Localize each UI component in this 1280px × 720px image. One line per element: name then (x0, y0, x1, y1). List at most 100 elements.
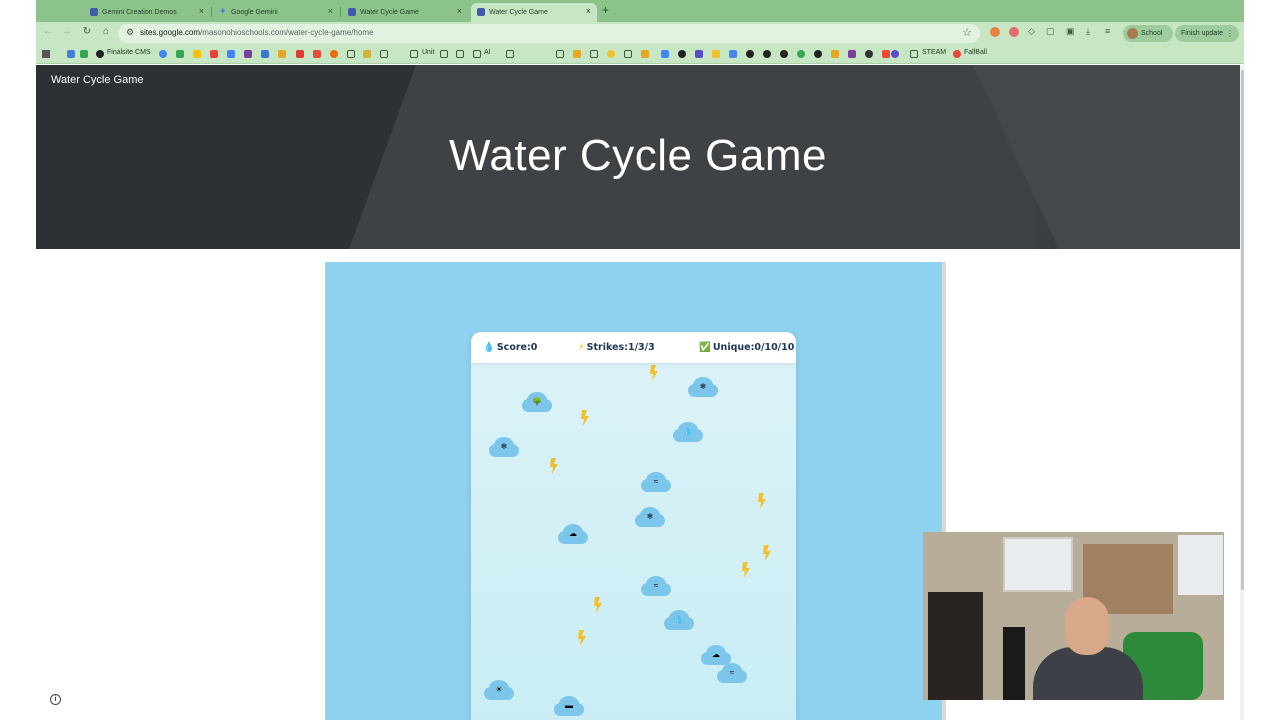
bookmark-icon[interactable] (865, 50, 873, 58)
apps-icon[interactable] (42, 50, 50, 58)
folder-icon[interactable] (590, 50, 598, 58)
folder-icon[interactable] (473, 50, 481, 58)
bookmark-icon[interactable] (891, 50, 899, 58)
bookmark-icon[interactable] (831, 50, 839, 58)
extension-icon[interactable] (1009, 27, 1019, 37)
folder-icon[interactable] (380, 50, 388, 58)
page-scrollbar-thumb[interactable] (1241, 70, 1244, 590)
bookmark-icon[interactable] (729, 50, 737, 58)
bookmark-icon[interactable] (278, 50, 286, 58)
cloud-rain[interactable]: ☁ (701, 645, 731, 665)
bookmark-icon[interactable] (848, 50, 856, 58)
openai-icon[interactable] (763, 50, 771, 58)
bookmark-star-icon[interactable]: ☆ (962, 26, 972, 39)
extension-icon[interactable] (990, 27, 1000, 37)
bookmark-icon[interactable] (882, 50, 890, 58)
folder-icon[interactable] (410, 50, 418, 58)
folder-icon[interactable] (347, 50, 355, 58)
media-icon[interactable]: ≡ (1105, 26, 1110, 36)
bookmark-icon[interactable] (797, 50, 805, 58)
lightning-bolt[interactable] (593, 597, 603, 613)
bookmark-icon[interactable] (80, 50, 88, 58)
cloud-droplet[interactable]: 💧 (664, 610, 694, 630)
lightning-bolt[interactable] (741, 562, 751, 578)
game-board[interactable]: 💧 Score:0 ⚡ Strikes:1/3/3 ✅ Unique:0/10/10 … (471, 332, 796, 720)
cloud-snow[interactable]: ❄ (635, 507, 665, 527)
forward-icon[interactable]: → (60, 26, 74, 37)
extension-icon[interactable]: ◇ (1028, 26, 1035, 37)
tab-gemini-creation-demos[interactable]: Gemini Creation Demos × (84, 3, 210, 22)
cloud-wind[interactable]: ≈ (641, 472, 671, 492)
cloud-storm[interactable]: ▬ (554, 696, 584, 716)
address-bar[interactable]: ⚙ sites.google.com/masonohioschools.com/… (118, 24, 980, 43)
onenote-icon[interactable] (244, 50, 252, 58)
cloud-snow[interactable]: ❄ (489, 437, 519, 457)
profile-button[interactable]: School (1123, 25, 1173, 42)
lightning-bolt[interactable] (577, 630, 587, 646)
tab-water-cycle-game-1[interactable]: Water Cycle Game × (342, 3, 468, 22)
folder-icon[interactable] (624, 50, 632, 58)
side-panel-icon[interactable]: ▣ (1066, 26, 1075, 37)
bookmark-ai[interactable]: AI (484, 49, 491, 56)
game-embed[interactable]: 💧 Score:0 ⚡ Strikes:1/3/3 ✅ Unique:0/10/10 … (325, 262, 943, 720)
folder-icon[interactable] (910, 50, 918, 58)
cloud-wind[interactable]: ≈ (717, 663, 747, 683)
site-name-link[interactable]: Water Cycle Game (51, 74, 144, 86)
cursor-icon[interactable] (397, 50, 405, 58)
google-icon[interactable] (159, 50, 167, 58)
tab-water-cycle-game-active[interactable]: Water Cycle Game × (471, 3, 597, 22)
youtube-icon[interactable] (296, 50, 304, 58)
info-icon[interactable]: i (50, 694, 61, 705)
openai-icon[interactable] (678, 50, 686, 58)
folder-icon[interactable] (506, 50, 514, 58)
close-icon[interactable]: × (586, 6, 591, 16)
extensions-puzzle-icon[interactable]: ▢ (1046, 26, 1055, 37)
openai-icon[interactable] (746, 50, 754, 58)
bookmark-finalsite[interactable]: Finalsite CMS (107, 49, 151, 56)
home-icon[interactable]: ⌂ (99, 26, 113, 37)
lightning-bolt[interactable] (757, 493, 767, 509)
bookmark-icon[interactable] (573, 50, 581, 58)
bookmark-icon[interactable] (330, 50, 338, 58)
cloud-snow[interactable]: ❄ (688, 377, 718, 397)
bookmark-icon[interactable] (227, 50, 235, 58)
gmail-icon[interactable] (210, 50, 218, 58)
openai-icon[interactable] (814, 50, 822, 58)
new-tab-button[interactable]: + (602, 3, 609, 17)
openai-icon[interactable] (780, 50, 788, 58)
bookmark-icon[interactable] (261, 50, 269, 58)
bookmark-steam[interactable]: STEAM (922, 49, 946, 56)
docs-icon[interactable] (661, 50, 669, 58)
more-menu-icon[interactable]: ⋮ (1226, 29, 1234, 38)
lightning-bolt[interactable] (649, 365, 659, 381)
download-icon[interactable]: ⤓ (1086, 26, 1090, 37)
back-icon[interactable]: ← (41, 26, 55, 37)
bookmark-unit[interactable]: Unit (422, 49, 434, 56)
bookmark-icon[interactable] (363, 50, 371, 58)
bookmark-icon[interactable] (695, 50, 703, 58)
emoji-icon[interactable] (607, 50, 615, 58)
folder-icon[interactable] (456, 50, 464, 58)
close-icon[interactable]: × (328, 6, 333, 16)
bookmark-icon[interactable] (641, 50, 649, 58)
lightning-bolt[interactable] (580, 410, 590, 426)
tab-google-gemini[interactable]: ✦ Google Gemini × (213, 3, 339, 22)
cloud-droplet[interactable]: 💧 (673, 422, 703, 442)
lightning-bolt[interactable] (762, 545, 772, 561)
lightning-bolt[interactable] (549, 458, 559, 474)
finish-update-button[interactable]: Finish update ⋮ (1175, 25, 1239, 42)
cloud-sun[interactable]: ☀ (484, 680, 514, 700)
bookmark-icon[interactable] (313, 50, 321, 58)
cloud-rain[interactable]: ☁ (558, 524, 588, 544)
close-icon[interactable]: × (457, 6, 462, 16)
bookmark-icon[interactable] (67, 50, 75, 58)
cloud-wind[interactable]: ≈ (641, 576, 671, 596)
bookmark-icon[interactable] (712, 50, 720, 58)
bookmark-icon[interactable] (176, 50, 184, 58)
reload-icon[interactable]: ↻ (80, 26, 94, 37)
close-icon[interactable]: × (199, 6, 204, 16)
site-info-icon[interactable]: ⚙ (126, 27, 134, 38)
drive-icon[interactable] (193, 50, 201, 58)
folder-icon[interactable] (440, 50, 448, 58)
cloud-tree[interactable]: 🌳 (522, 392, 552, 412)
